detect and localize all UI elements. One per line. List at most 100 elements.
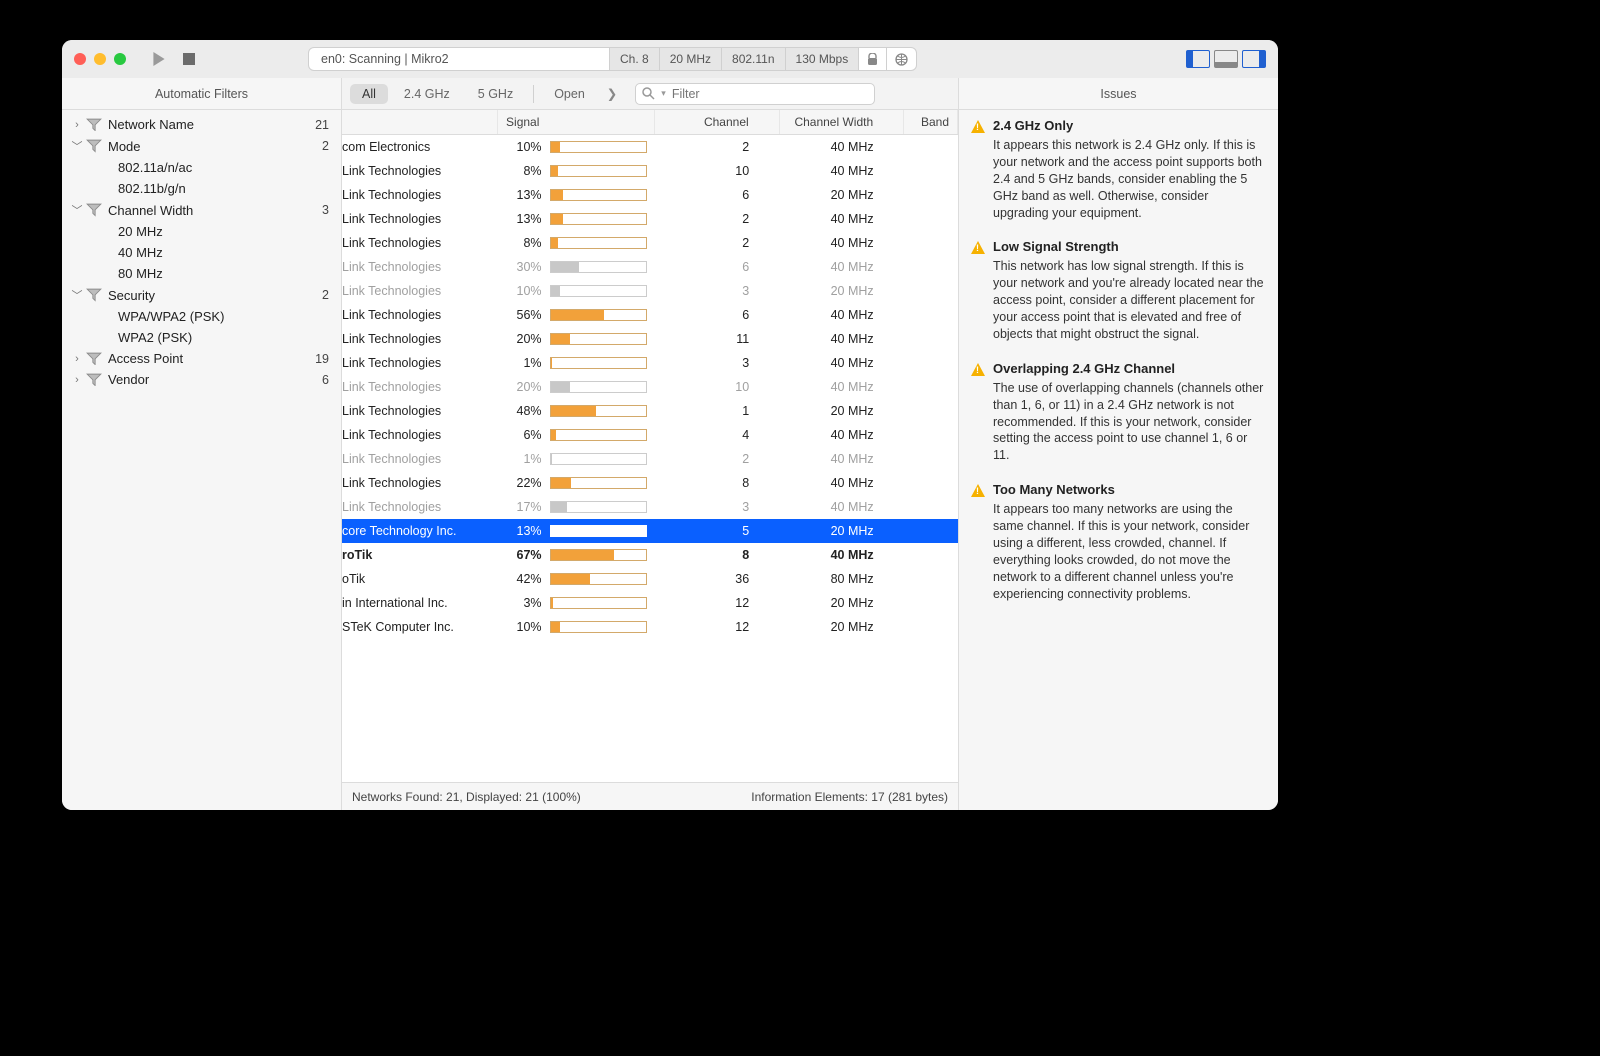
table-row[interactable]: Link Technologies1%340 MHz: [342, 351, 958, 375]
sidebar-item[interactable]: 20 MHz: [62, 221, 341, 242]
issue-item[interactable]: 2.4 GHz OnlyIt appears this network is 2…: [971, 118, 1266, 221]
table-row[interactable]: in International Inc.3%1220 MHz: [342, 591, 958, 615]
table-row[interactable]: Link Technologies22%840 MHz: [342, 471, 958, 495]
chevron-right-icon[interactable]: ❯: [601, 86, 623, 101]
disclosure-icon[interactable]: ﹀: [70, 138, 84, 154]
sidebar-group-label: Network Name: [108, 117, 315, 132]
column-header[interactable]: Band: [904, 110, 958, 135]
sidebar-item[interactable]: 80 MHz: [62, 263, 341, 284]
table-row[interactable]: Link Technologies20%1040 MHz: [342, 375, 958, 399]
table-row[interactable]: Link Technologies20%1140 MHz: [342, 327, 958, 351]
issue-item[interactable]: Low Signal StrengthThis network has low …: [971, 239, 1266, 342]
cell-channel: 10: [655, 375, 779, 399]
column-header[interactable]: [342, 110, 498, 135]
toggle-bottom-panel-button[interactable]: [1214, 50, 1238, 68]
sidebar-item[interactable]: 802.11a/n/ac: [62, 157, 341, 178]
cell-width: 20 MHz: [779, 591, 903, 615]
cell-vendor: Link Technologies: [342, 495, 498, 519]
column-header[interactable]: Channel: [655, 110, 779, 135]
cell-band: [904, 231, 958, 255]
table-row[interactable]: Link Technologies8%240 MHz: [342, 231, 958, 255]
sidebar-group-count: 19: [315, 352, 329, 366]
disclosure-icon[interactable]: ﹀: [70, 287, 84, 303]
sidebar-group[interactable]: › Access Point19: [62, 348, 341, 369]
cell-width: 40 MHz: [779, 207, 903, 231]
table-row[interactable]: Link Technologies13%240 MHz: [342, 207, 958, 231]
table-row[interactable]: core Technology Inc.13%520 MHz: [342, 519, 958, 543]
table-row[interactable]: Link Technologies30%640 MHz: [342, 255, 958, 279]
table-row[interactable]: Link Technologies13%620 MHz: [342, 183, 958, 207]
cell-vendor: oTik: [342, 567, 498, 591]
cell-width: 20 MHz: [779, 279, 903, 303]
table-row[interactable]: oTik42%3680 MHz: [342, 567, 958, 591]
toggle-right-panel-button[interactable]: [1242, 50, 1266, 68]
filter-tab-open[interactable]: Open: [542, 84, 597, 104]
status-chip: Ch. 8: [609, 48, 659, 70]
sidebar-group[interactable]: ﹀ Channel Width3: [62, 199, 341, 221]
cell-vendor: roTik: [342, 543, 498, 567]
issue-description: It appears too many networks are using t…: [971, 501, 1266, 602]
search-field[interactable]: [672, 87, 868, 101]
table-row[interactable]: Link Technologies6%440 MHz: [342, 423, 958, 447]
sidebar-item[interactable]: 802.11b/g/n: [62, 178, 341, 199]
search-input[interactable]: ▾: [635, 83, 875, 105]
cell-signal: 67%: [498, 543, 655, 567]
sidebar-item[interactable]: WPA/WPA2 (PSK): [62, 306, 341, 327]
filter-tab[interactable]: All: [350, 84, 388, 104]
cell-vendor: Link Technologies: [342, 423, 498, 447]
table-row[interactable]: Link Technologies48%120 MHz: [342, 399, 958, 423]
cell-width: 20 MHz: [779, 399, 903, 423]
table-row[interactable]: roTik67%840 MHz: [342, 543, 958, 567]
network-table[interactable]: SignalChannelChannel WidthBand com Elect…: [342, 110, 958, 782]
close-window-button[interactable]: [74, 53, 86, 65]
sidebar-group-count: 6: [322, 373, 329, 387]
cell-width: 40 MHz: [779, 447, 903, 471]
disclosure-icon[interactable]: ›: [70, 374, 84, 386]
table-row[interactable]: Link Technologies8%1040 MHz: [342, 159, 958, 183]
funnel-icon: [86, 139, 102, 153]
disclosure-icon[interactable]: ﹀: [70, 202, 84, 218]
cell-band: [904, 615, 958, 639]
column-header[interactable]: Channel Width: [779, 110, 903, 135]
minimize-window-button[interactable]: [94, 53, 106, 65]
zoom-window-button[interactable]: [114, 53, 126, 65]
issue-title: Low Signal Strength: [993, 239, 1119, 254]
sidebar-group[interactable]: ﹀Mode2: [62, 135, 341, 157]
cell-band: [904, 183, 958, 207]
warning-icon: [971, 484, 985, 497]
table-row[interactable]: com Electronics10%240 MHz: [342, 135, 958, 159]
sidebar-group[interactable]: ›Network Name21: [62, 114, 341, 135]
sidebar-item-label: 802.11a/n/ac: [118, 160, 329, 175]
table-row[interactable]: STeK Computer Inc.10%1220 MHz: [342, 615, 958, 639]
issue-item[interactable]: Overlapping 2.4 GHz ChannelThe use of ov…: [971, 361, 1266, 464]
column-header[interactable]: Signal: [498, 110, 655, 135]
play-icon[interactable]: [148, 48, 170, 70]
toggle-left-panel-button[interactable]: [1186, 50, 1210, 68]
funnel-icon: [86, 203, 102, 217]
sidebar-item[interactable]: 40 MHz: [62, 242, 341, 263]
sidebar-group-label: Channel Width: [108, 203, 322, 218]
cell-width: 40 MHz: [779, 495, 903, 519]
sidebar-group[interactable]: ›Vendor6: [62, 369, 341, 390]
chevron-down-icon[interactable]: ▾: [661, 88, 666, 99]
table-row[interactable]: Link Technologies1%240 MHz: [342, 447, 958, 471]
stop-icon[interactable]: [178, 48, 200, 70]
warning-icon: [971, 120, 985, 133]
table-row[interactable]: Link Technologies10%320 MHz: [342, 279, 958, 303]
issue-description: It appears this network is 2.4 GHz only.…: [971, 137, 1266, 221]
cell-channel: 3: [655, 495, 779, 519]
cell-channel: 1: [655, 399, 779, 423]
filter-tab[interactable]: 5 GHz: [466, 84, 525, 104]
cell-channel: 2: [655, 231, 779, 255]
sidebar-group-count: 3: [322, 203, 329, 217]
sidebar-item[interactable]: WPA2 (PSK): [62, 327, 341, 348]
disclosure-icon[interactable]: ›: [70, 119, 84, 131]
cell-signal: 56%: [498, 303, 655, 327]
table-row[interactable]: Link Technologies56%640 MHz: [342, 303, 958, 327]
filter-tab[interactable]: 2.4 GHz: [392, 84, 462, 104]
table-row[interactable]: Link Technologies17%340 MHz: [342, 495, 958, 519]
issue-item[interactable]: Too Many NetworksIt appears too many net…: [971, 482, 1266, 602]
sidebar-group-label: Access Point: [108, 351, 315, 366]
disclosure-icon[interactable]: ›: [70, 353, 84, 365]
sidebar-group[interactable]: ﹀Security2: [62, 284, 341, 306]
